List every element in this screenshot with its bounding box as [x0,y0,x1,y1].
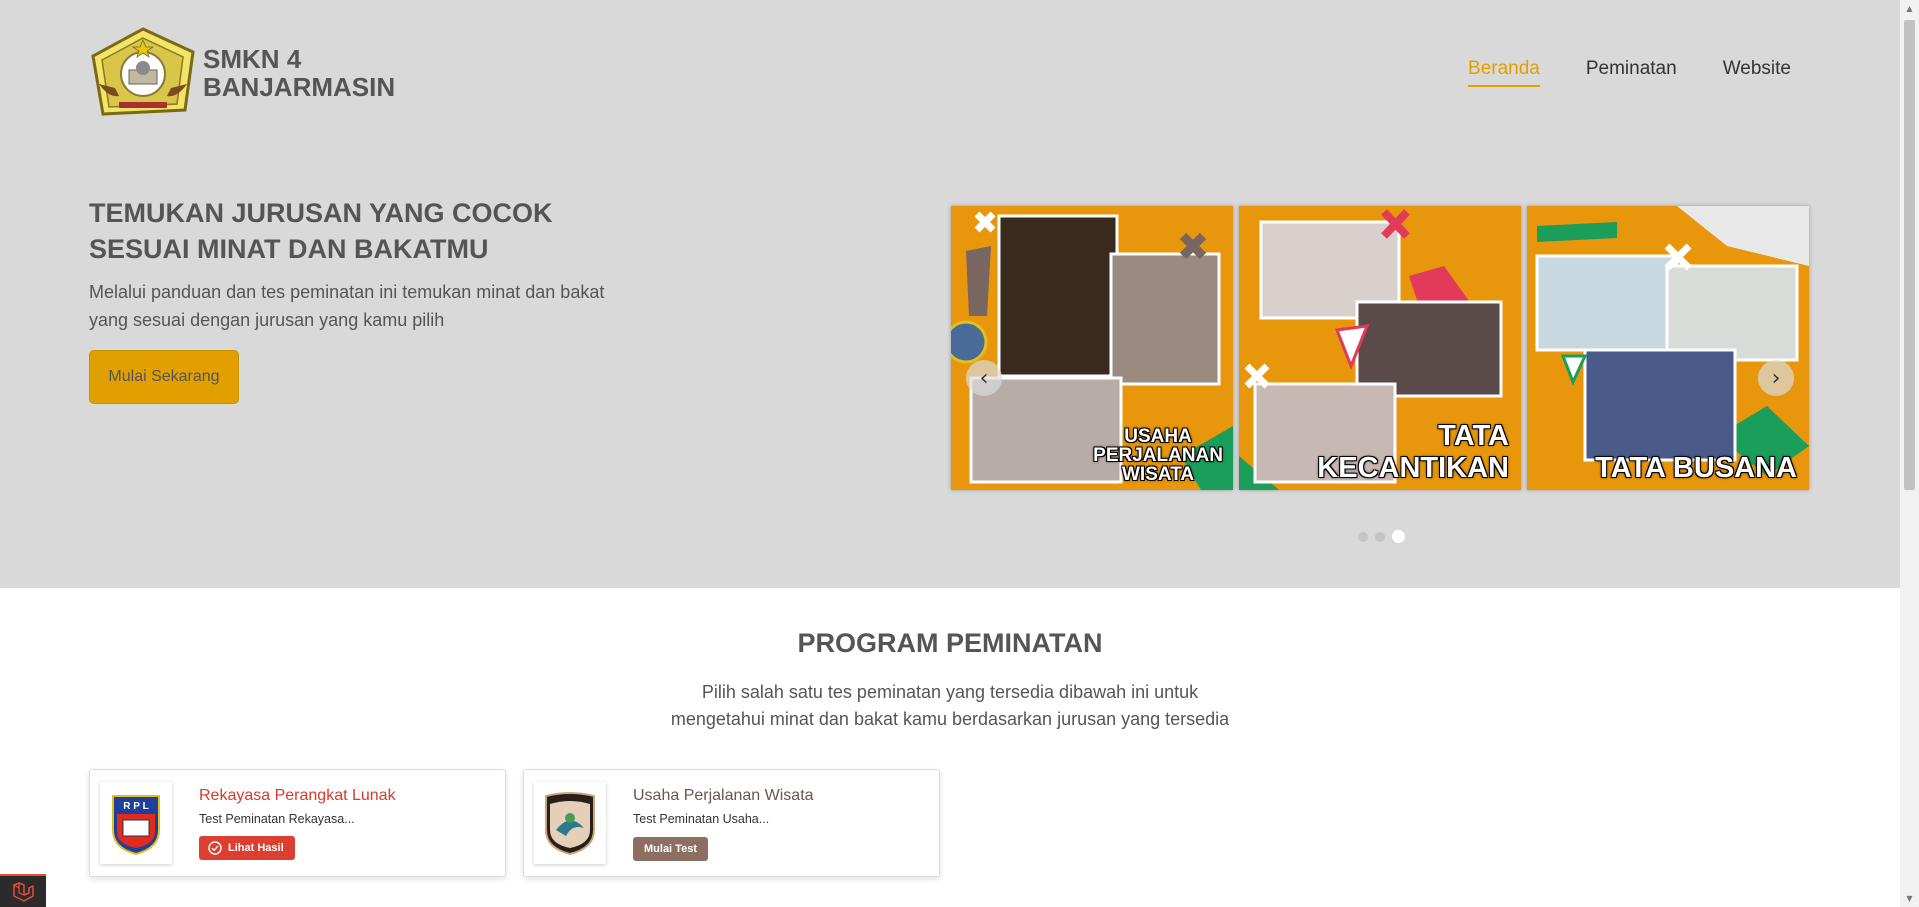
start-test-button[interactable]: Mulai Test [633,837,708,861]
image-carousel: USAHA PERJALANAN WISATA ‹ TATA KECANTIKA… [951,206,1809,490]
nav-peminatan[interactable]: Peminatan [1586,58,1677,87]
upw-logo [534,782,606,864]
section-title: PROGRAM PEMINATAN [797,628,1103,658]
view-result-button[interactable]: Lihat Hasil [199,836,295,860]
card-subtitle: Test Peminatan Usaha... [633,812,770,826]
school-emblem-icon [91,27,195,116]
laravel-logo-icon [13,881,34,902]
page-scrollbar[interactable]: ▲ ▼ [1900,0,1919,907]
hero-section: SMKN 4 BANJARMASIN Beranda Peminatan Web… [0,0,1900,588]
card-title[interactable]: Rekayasa Perangkat Lunak [199,787,396,805]
rpl-shield-icon: R P L [112,795,160,856]
program-card-rpl[interactable]: R P L Rekayasa Perangkat Lunak Test Pemi… [89,769,506,877]
carousel-slide-upw[interactable]: USAHA PERJALANAN WISATA ‹ [951,206,1233,490]
slide-caption-line: TATA BUSANA [1595,452,1797,484]
nav-beranda[interactable]: Beranda [1468,58,1540,87]
carousel-indicators [1358,530,1405,543]
nav-website[interactable]: Website [1723,58,1791,87]
section-description-line: mengetahui minat dan bakat kamu berdasar… [670,709,1230,729]
carousel-dot[interactable] [1358,531,1368,542]
chevron-left-icon: ‹ [979,365,989,391]
slide-caption-line: KECANTIKAN [1317,452,1509,484]
main-nav: Beranda Peminatan Website [1468,58,1791,87]
program-card-upw[interactable]: Usaha Perjalanan Wisata Test Peminatan U… [523,769,940,877]
slide-caption-line: WISATA [1122,464,1195,485]
section-description-line: Pilih salah satu tes peminatan yang ters… [701,682,1199,702]
carousel-prev-button[interactable]: ‹ [966,360,1002,396]
scroll-down-arrow-icon[interactable]: ▼ [1900,890,1919,907]
slide-caption-line: USAHA [1124,426,1192,447]
section-description: Pilih salah satu tes peminatan yang ters… [0,679,1900,733]
logo-line-2: BANJARMASIN [203,72,396,102]
upw-shield-icon [545,792,595,856]
rpl-logo: R P L [100,782,172,864]
logo-line-1: SMKN 4 [203,44,302,74]
hero-title: TEMUKAN JURUSAN YANG COCOK SESUAI MINAT … [89,198,553,264]
carousel-slide-kecantikan[interactable]: TATA KECANTIKAN [1239,206,1521,490]
view-result-label: Lihat Hasil [228,842,284,854]
scroll-thumb[interactable] [1904,20,1915,490]
carousel-dot[interactable] [1375,531,1385,542]
card-title[interactable]: Usaha Perjalanan Wisata [633,787,814,805]
start-now-button[interactable]: Mulai Sekarang [89,350,239,404]
debugbar-toggle[interactable] [0,874,46,907]
carousel-dot-active[interactable] [1392,530,1405,543]
site-logo[interactable]: SMKN 4 BANJARMASIN [89,26,395,120]
slide-photo-collage [1527,206,1809,490]
scroll-up-arrow-icon[interactable]: ▲ [1900,0,1919,17]
slide-caption-line: TATA [1438,420,1509,452]
rpl-logo-text: R P L [123,801,148,812]
check-circle-icon [208,841,222,855]
chevron-right-icon: › [1771,365,1781,391]
slide-caption-line: PERJALANAN [1093,445,1223,466]
hero-description: Melalui panduan dan tes peminatan ini te… [89,282,605,330]
card-subtitle: Test Peminatan Rekayasa... [199,812,355,826]
carousel-next-button[interactable]: › [1758,360,1794,396]
carousel-slide-busana[interactable]: TATA BUSANA › [1527,206,1809,490]
